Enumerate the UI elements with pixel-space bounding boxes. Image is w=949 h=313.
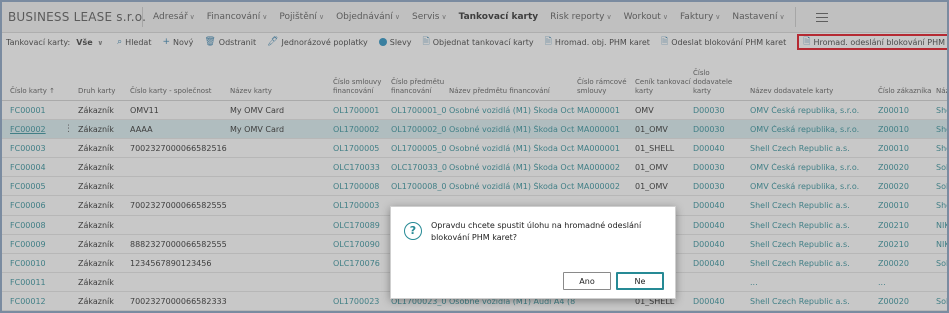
question-icon: ?	[404, 222, 422, 240]
dialog-message: Opravdu chcete spustit úlohu na hromadné…	[431, 221, 642, 242]
app-window: BUSINESS LEASE s.r.o. Adresář ∨ Financován…	[0, 0, 949, 313]
no-button[interactable]: Ne	[616, 272, 664, 290]
yes-button[interactable]: Ano	[563, 272, 611, 290]
confirm-dialog: ? Opravdu chcete spustit úlohu na hromad…	[390, 206, 676, 299]
